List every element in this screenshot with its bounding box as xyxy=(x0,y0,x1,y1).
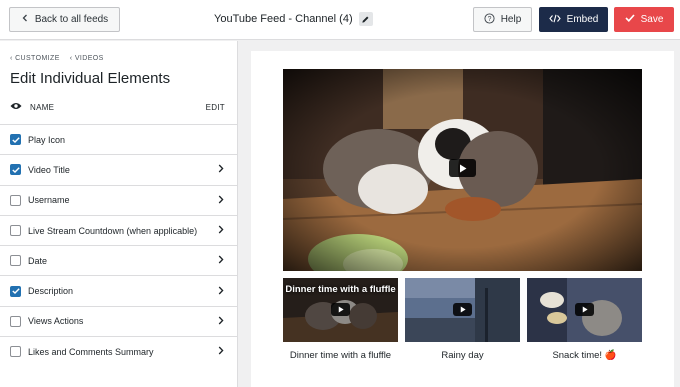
feed-preview: Dinner time with a fluffle Dinner time w… xyxy=(251,51,674,387)
video-overlay-title: Dinner time with a fluffle xyxy=(285,284,396,295)
video-thumbnail-3[interactable] xyxy=(527,278,642,342)
element-item-label: Live Stream Countdown (when applicable) xyxy=(28,225,198,236)
play-icon[interactable] xyxy=(331,303,350,316)
name-header-row: NAME EDIT xyxy=(10,102,225,112)
chevron-right-icon[interactable] xyxy=(218,225,224,236)
page-title: Edit Individual Elements xyxy=(10,70,171,87)
customizer-sidebar: ‹ CUSTOMIZE ‹ VIDEOS Edit Individual Ele… xyxy=(0,41,238,387)
chevron-left-icon xyxy=(21,14,29,25)
element-item-label: Views Actions xyxy=(28,316,84,327)
username-checkbox[interactable] xyxy=(10,194,21,206)
chevron-right-icon[interactable] xyxy=(218,195,224,206)
likes-comments-summary-checkbox[interactable] xyxy=(10,346,21,358)
video-caption-3: Snack time! 🍎 xyxy=(552,350,617,361)
main-video-player[interactable] xyxy=(283,69,642,271)
embed-label: Embed xyxy=(566,14,599,25)
help-icon: ? xyxy=(484,12,495,27)
play-icon[interactable] xyxy=(449,159,476,177)
video-thumbnail-1[interactable]: Dinner time with a fluffle xyxy=(283,278,398,342)
element-item-label: Description xyxy=(28,286,74,297)
save-label: Save xyxy=(640,14,664,25)
video-thumbnail-2[interactable] xyxy=(405,278,520,342)
help-label: Help xyxy=(500,14,522,25)
element-item-play-icon[interactable]: Play Icon xyxy=(0,124,238,154)
play-icon[interactable] xyxy=(453,303,472,316)
views-actions-checkbox[interactable] xyxy=(10,315,21,327)
element-item-live-stream-countdown[interactable]: Live Stream Countdown (when applicable) xyxy=(0,214,238,245)
crumb-videos[interactable]: ‹ VIDEOS xyxy=(70,55,104,62)
description-checkbox[interactable] xyxy=(10,285,21,297)
feed-title-area: YouTube Feed - Channel (4) xyxy=(214,12,373,26)
element-item-video-title[interactable]: Video Title xyxy=(0,154,238,184)
chevron-right-icon[interactable] xyxy=(218,286,224,297)
pencil-icon[interactable] xyxy=(358,12,373,26)
element-item-label: Likes and Comments Summary xyxy=(28,346,154,357)
help-button[interactable]: ? Help xyxy=(473,7,532,32)
checkmark-icon xyxy=(625,14,635,25)
feed-title: YouTube Feed - Channel (4) xyxy=(214,13,353,25)
element-item-date[interactable]: Date xyxy=(0,245,238,275)
element-item-label: Play Icon xyxy=(28,134,66,145)
chevron-right-icon[interactable] xyxy=(218,346,224,357)
embed-button[interactable]: Embed xyxy=(539,7,608,32)
live-stream-countdown-checkbox[interactable] xyxy=(10,225,21,237)
video-caption-2: Rainy day xyxy=(441,350,484,361)
element-item-label: Video Title xyxy=(28,164,70,175)
element-item-description[interactable]: Description xyxy=(0,275,238,305)
element-item-label: Username xyxy=(28,195,70,206)
eye-icon xyxy=(10,102,22,112)
crumb-customize[interactable]: ‹ CUSTOMIZE xyxy=(10,55,60,62)
chevron-right-icon[interactable] xyxy=(218,255,224,266)
name-header-label: NAME xyxy=(30,102,55,112)
back-to-feeds-button[interactable]: Back to all feeds xyxy=(9,7,120,32)
element-item-label: Date xyxy=(28,255,48,266)
top-bar: Back to all feeds YouTube Feed - Channel… xyxy=(0,0,680,40)
breadcrumb: ‹ CUSTOMIZE ‹ VIDEOS xyxy=(10,55,104,62)
play-icon[interactable] xyxy=(575,303,594,316)
svg-text:?: ? xyxy=(487,15,491,22)
back-label: Back to all feeds xyxy=(34,14,109,25)
element-item-username[interactable]: Username xyxy=(0,184,238,215)
element-list: Play Icon Video Title Username Live Stre… xyxy=(0,124,238,366)
play-icon-checkbox[interactable] xyxy=(10,134,21,146)
element-item-likes-comments-summary[interactable]: Likes and Comments Summary xyxy=(0,336,238,366)
chevron-right-icon[interactable] xyxy=(218,316,224,327)
code-icon xyxy=(548,14,561,26)
edit-link[interactable]: EDIT xyxy=(206,103,225,112)
element-item-views-actions[interactable]: Views Actions xyxy=(0,305,238,336)
date-checkbox[interactable] xyxy=(10,255,21,267)
chevron-right-icon[interactable] xyxy=(218,164,224,175)
save-button[interactable]: Save xyxy=(614,7,674,32)
video-title-checkbox[interactable] xyxy=(10,164,21,176)
video-caption-1: Dinner time with a fluffle xyxy=(289,350,392,361)
